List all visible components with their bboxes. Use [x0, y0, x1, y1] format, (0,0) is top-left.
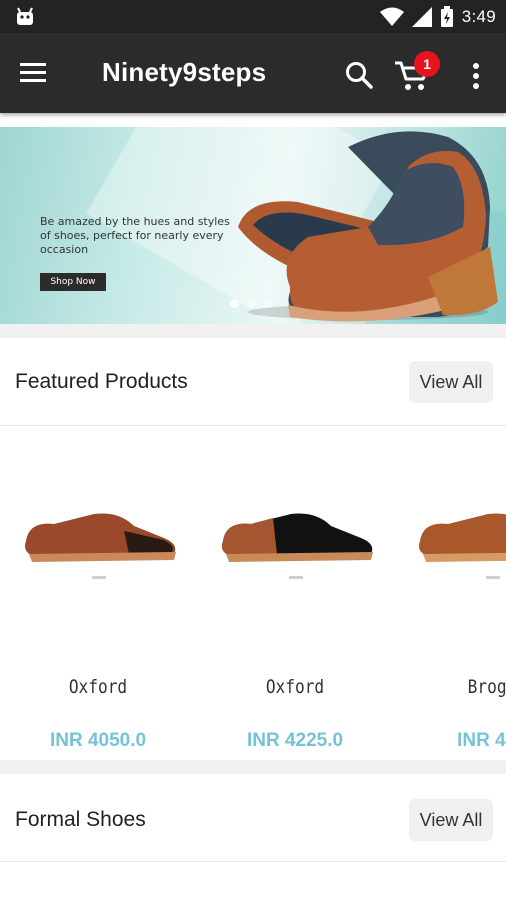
- status-time: 3:49: [461, 7, 496, 26]
- section-divider: [0, 324, 506, 338]
- search-icon[interactable]: [343, 59, 375, 91]
- status-icons: 3:49: [379, 4, 496, 30]
- status-bar: 3:49: [0, 0, 506, 33]
- product-card[interactable]: Brogu INR 431: [394, 426, 506, 760]
- banner-text: Be amazed by the hues and styles of shoe…: [40, 215, 230, 256]
- product-name: Brogu: [467, 676, 506, 698]
- view-all-featured-button[interactable]: View All: [409, 361, 493, 403]
- menu-icon[interactable]: [18, 57, 50, 89]
- banner-shoe-image: [238, 131, 498, 322]
- battery-icon: [440, 6, 453, 27]
- wifi-icon: [379, 7, 404, 26]
- view-all-formal-button[interactable]: View All: [409, 799, 493, 841]
- banner-pager: [230, 299, 273, 308]
- featured-products-header: Featured Products View All: [0, 338, 506, 426]
- product-image: [419, 513, 506, 579]
- section-divider: [0, 760, 506, 774]
- product-name: Oxford: [265, 676, 325, 698]
- signal-icon: [411, 7, 432, 27]
- pager-dot[interactable]: [230, 299, 239, 308]
- pager-dot[interactable]: [264, 299, 273, 308]
- product-price: INR 431: [457, 730, 506, 751]
- product-card[interactable]: Oxford INR 4225.0: [197, 426, 393, 760]
- cart-count-badge: 1: [414, 51, 440, 77]
- app-title: Ninety9steps: [102, 57, 267, 87]
- product-image: [25, 513, 176, 579]
- section-title: Formal Shoes: [15, 808, 146, 831]
- product-name: Oxford: [68, 676, 128, 698]
- promo-banner[interactable]: Be amazed by the hues and styles of shoe…: [0, 127, 506, 324]
- featured-products-list[interactable]: Oxford INR 4050.0 Oxford INR 4225.0 Brog…: [0, 426, 506, 760]
- product-price: INR 4225.0: [246, 730, 344, 751]
- product-image: [222, 513, 373, 579]
- android-icon: [17, 7, 33, 25]
- pager-dot[interactable]: [247, 299, 256, 308]
- section-title: Featured Products: [15, 370, 188, 393]
- more-vert-icon[interactable]: [466, 61, 486, 91]
- app-toolbar: Ninety9steps 1: [0, 33, 506, 113]
- product-card[interactable]: Oxford INR 4050.0: [0, 426, 196, 760]
- shop-now-button[interactable]: Shop Now: [40, 273, 106, 291]
- formal-shoes-header: Formal Shoes View All: [0, 774, 506, 862]
- product-price: INR 4050.0: [49, 730, 147, 751]
